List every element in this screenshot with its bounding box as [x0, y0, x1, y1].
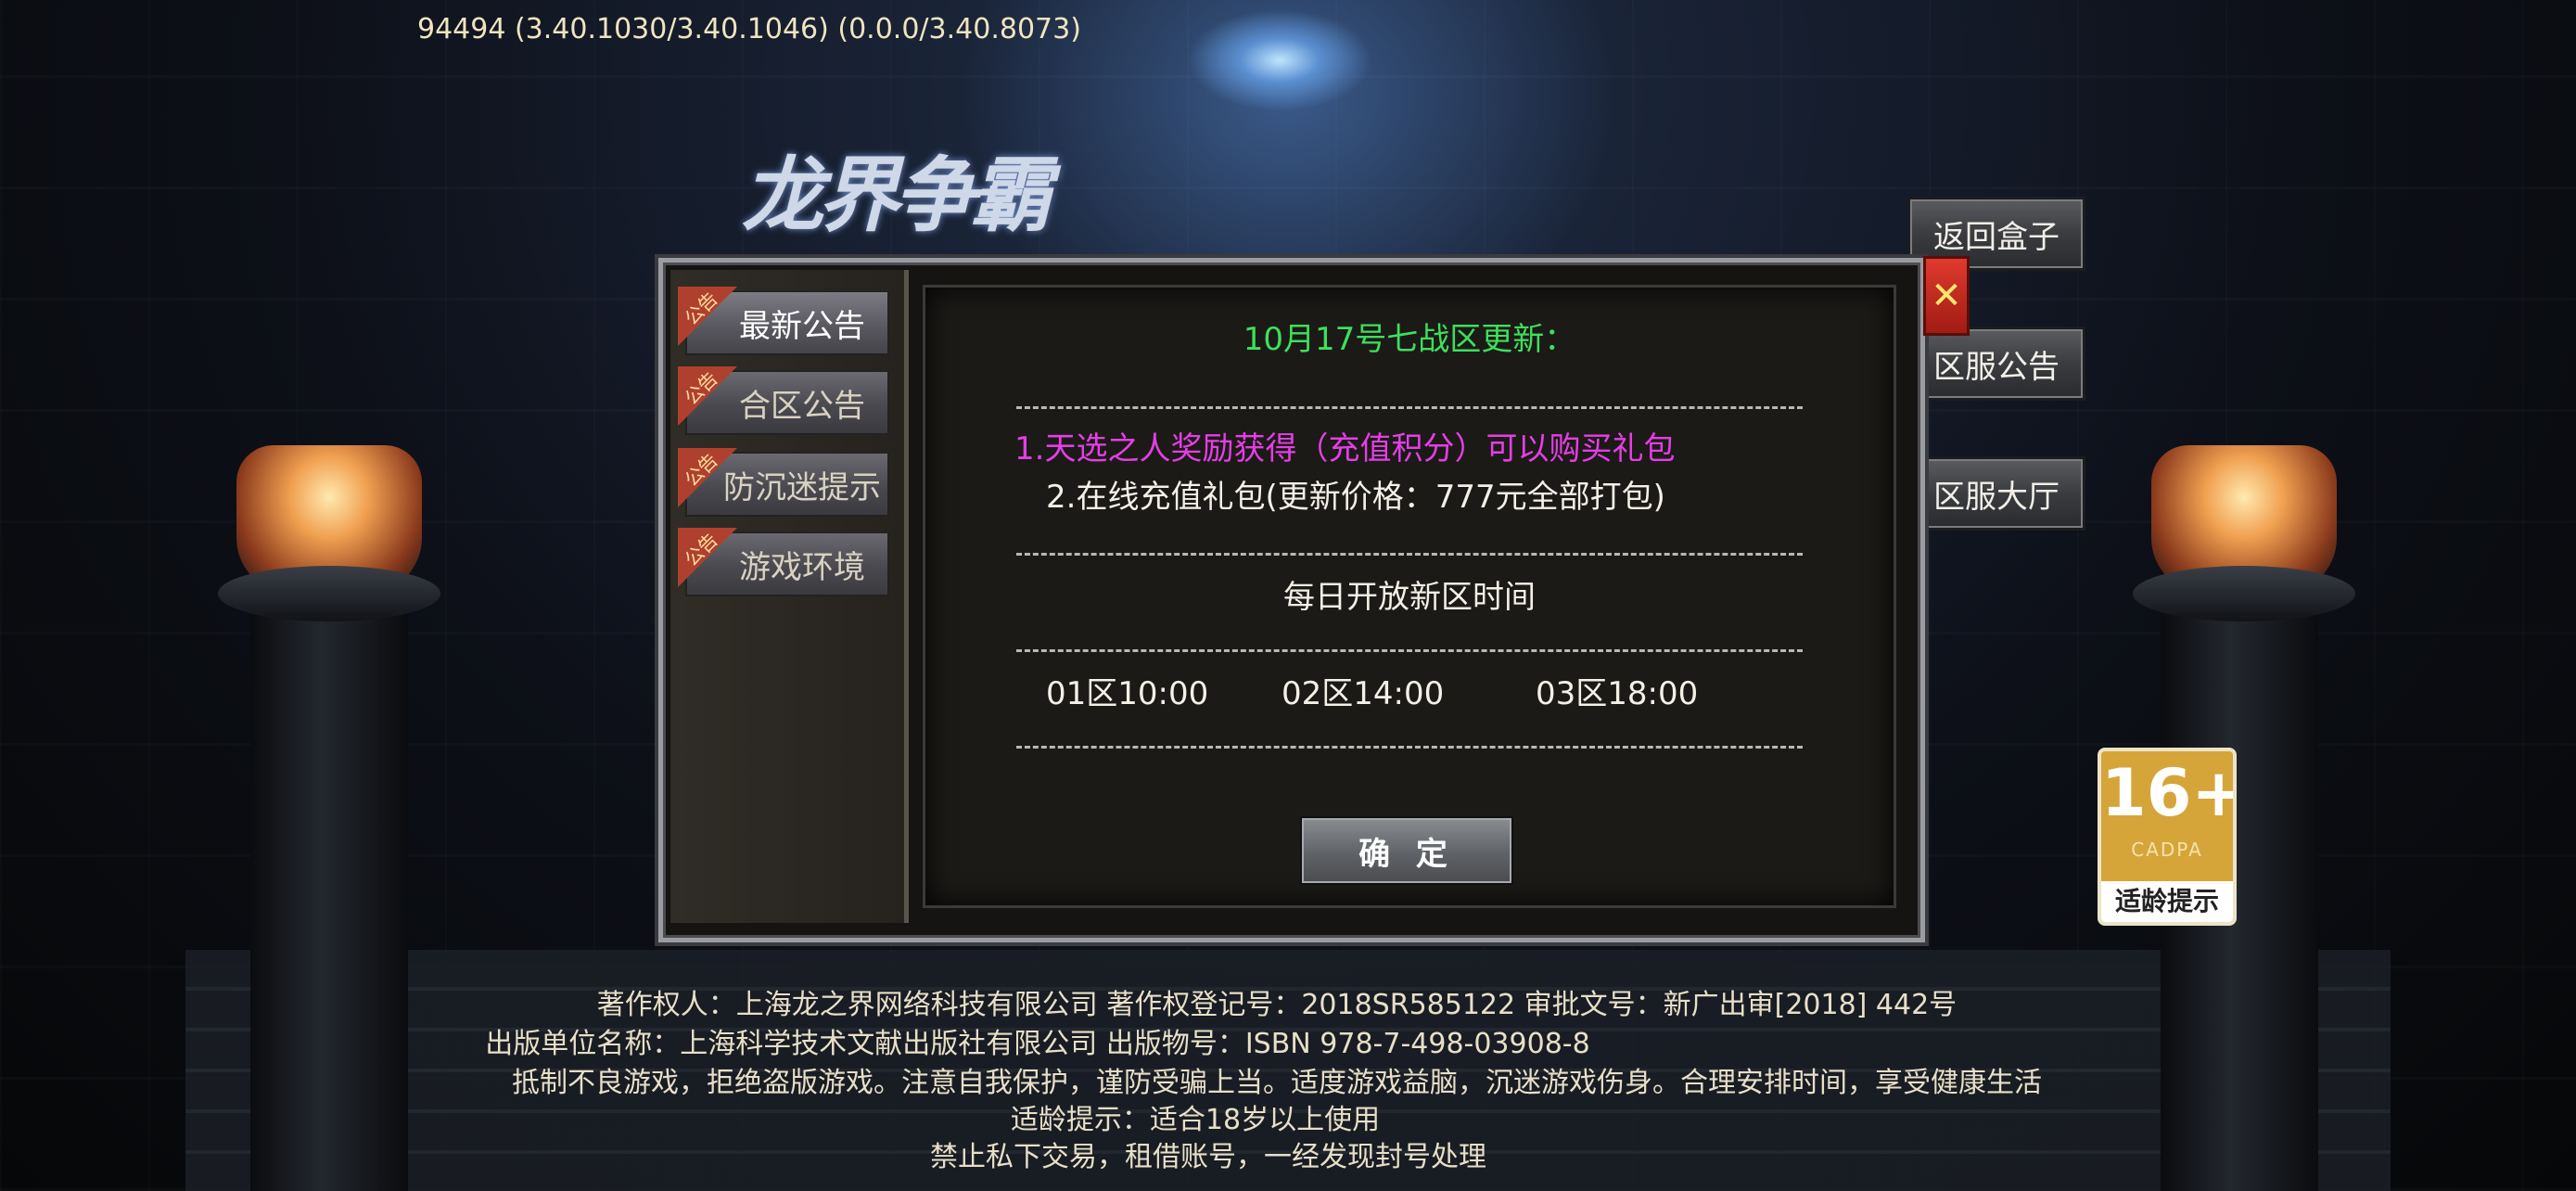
zone-time-3: 03区18:00 — [1536, 675, 1699, 712]
age-rating-number: 16+ — [2101, 755, 2237, 831]
announcement-content: 10月17号七战区更新： 1.天选之人奖励获得（充值积分）可以购买礼包 2.在线… — [923, 285, 1896, 908]
footer-age-notice: 适龄提示：适合18岁以上使用 — [1010, 1104, 1381, 1136]
version-text: 94494 (3.40.1030/3.40.1046) (0.0.0/3.40.… — [417, 13, 1081, 45]
dashed-divider — [1016, 553, 1803, 556]
announcement-title: 10月17号七战区更新： — [1243, 321, 1576, 358]
dashed-divider — [1016, 649, 1803, 652]
tab-label: 合区公告 — [739, 387, 865, 425]
dashed-divider — [1016, 406, 1803, 409]
age-rating-org: CADPA — [2131, 839, 2203, 861]
server-notice-button[interactable]: 区服公告 — [1907, 327, 2085, 401]
age-rating-tip: 适龄提示 — [2101, 881, 2233, 922]
announcement-line-2: 2.在线充值礼包(更新价格：777元全部打包) — [1046, 479, 1665, 516]
tab-latest-notice[interactable]: 公告 最新公告 — [678, 287, 889, 355]
tab-label: 游戏环境 — [739, 548, 865, 586]
game-logo: 龙界争霸 — [742, 147, 1052, 243]
tab-label: 最新公告 — [739, 307, 865, 345]
footer-publisher: 出版单位名称：上海科学技术文献出版社有限公司 出版物号：ISBN 978-7-4… — [485, 1028, 1590, 1060]
confirm-button[interactable]: 确 定 — [1300, 816, 1513, 885]
new-server-schedule-title: 每日开放新区时间 — [1283, 579, 1536, 616]
announcement-line-1: 1.天选之人奖励获得（充值积分）可以购买礼包 — [1014, 430, 1676, 467]
tab-anti-addiction[interactable]: 公告 防沉迷提示 — [678, 448, 889, 517]
zone-time-1: 01区10:00 — [1046, 675, 1209, 712]
close-icon[interactable]: ✕ — [1923, 256, 1970, 336]
dashed-divider — [1016, 746, 1803, 749]
zone-time-2: 02区14:00 — [1282, 675, 1445, 712]
ceiling-light — [1187, 9, 1372, 111]
tab-merge-notice[interactable]: 公告 合区公告 — [678, 366, 889, 435]
tab-game-environment[interactable]: 公告 游戏环境 — [678, 528, 889, 596]
footer-copyright: 著作权人：上海龙之界网络科技有限公司 著作权登记号：2018SR585122 审… — [596, 989, 1958, 1021]
announcement-tabs: 公告 最新公告 公告 合区公告 公告 防沉迷提示 公告 游戏环境 — [670, 270, 909, 923]
footer-health-notice: 抵制不良游戏，拒绝盗版游戏。注意自我保护，谨防受骗上当。适度游戏益脑，沉迷游戏伤… — [512, 1067, 2042, 1099]
footer-trade-notice: 禁止私下交易，租借账号，一经发现封号处理 — [930, 1141, 1486, 1173]
announcement-dialog: 公告 最新公告 公告 合区公告 公告 防沉迷提示 公告 游戏环境 10月17号七… — [658, 258, 1925, 942]
age-rating-badge[interactable]: 16+ CADPA 适龄提示 — [2098, 748, 2237, 926]
tab-label: 防沉迷提示 — [723, 468, 881, 506]
left-torch-base — [218, 566, 440, 621]
right-torch-base — [2133, 566, 2355, 621]
server-hall-button[interactable]: 区服大厅 — [1907, 456, 2085, 531]
